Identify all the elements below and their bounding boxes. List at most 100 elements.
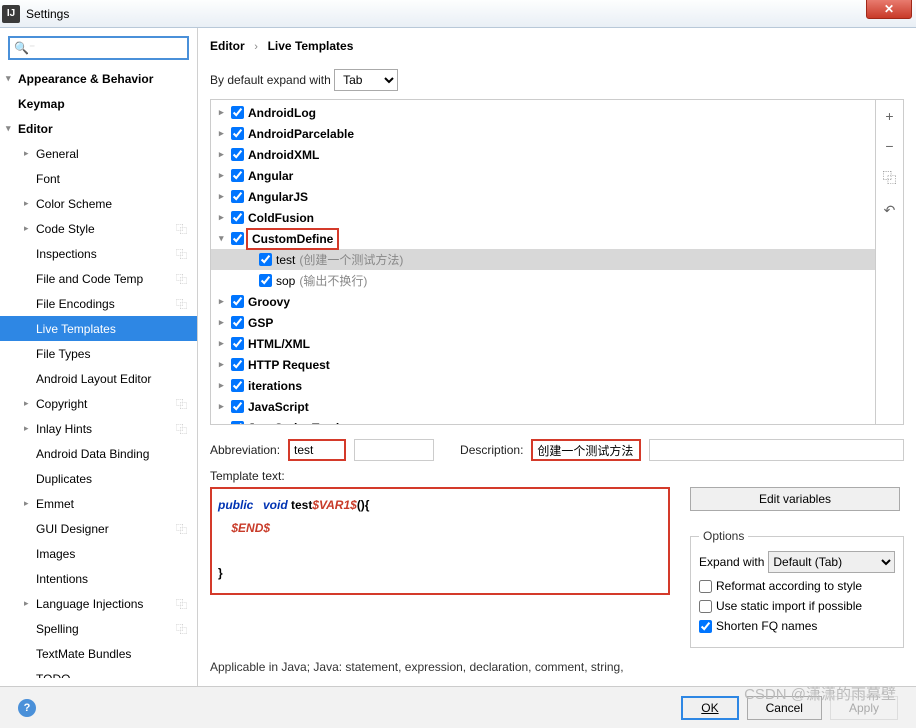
group-customdefine[interactable]: ▾CustomDefine bbox=[211, 228, 875, 249]
sidebar-item-todo[interactable]: TODO bbox=[0, 666, 197, 678]
close-button[interactable]: ✕ bbox=[866, 0, 912, 19]
sidebar-item-color-scheme[interactable]: ▸Color Scheme bbox=[0, 191, 197, 216]
sidebar-item-label: File Types bbox=[36, 347, 90, 361]
group-label: AndroidParcelable bbox=[248, 127, 354, 141]
sidebar-item-language-injections[interactable]: ▸Language Injections⿻ bbox=[0, 591, 197, 616]
sidebar-item-android-layout-editor[interactable]: Android Layout Editor bbox=[0, 366, 197, 391]
sidebar-item-android-data-binding[interactable]: Android Data Binding bbox=[0, 441, 197, 466]
sidebar-item-label: Editor bbox=[18, 122, 53, 136]
sidebar-item-images[interactable]: Images bbox=[0, 541, 197, 566]
group-http-request[interactable]: ▸HTTP Request bbox=[211, 354, 875, 375]
template-checkbox[interactable] bbox=[259, 253, 272, 266]
abbreviation-input[interactable] bbox=[288, 439, 346, 461]
form-row: Abbreviation: Description: bbox=[210, 439, 904, 461]
sidebar-item-label: Keymap bbox=[18, 97, 65, 111]
sidebar-item-font[interactable]: Font bbox=[0, 166, 197, 191]
sidebar-item-intentions[interactable]: Intentions bbox=[0, 566, 197, 591]
sidebar-item-general[interactable]: ▸General bbox=[0, 141, 197, 166]
sidebar-item-duplicates[interactable]: Duplicates bbox=[0, 466, 197, 491]
shorten-checkbox[interactable] bbox=[699, 620, 712, 633]
help-button[interactable]: ? bbox=[18, 699, 36, 717]
expand-select[interactable]: Tab bbox=[334, 69, 398, 91]
sidebar-item-label: File Encodings bbox=[36, 297, 115, 311]
sidebar-item-file-and-code-temp[interactable]: File and Code Temp⿻ bbox=[0, 266, 197, 291]
applicable-text: Applicable in Java; Java: statement, exp… bbox=[210, 660, 904, 674]
sidebar-item-spelling[interactable]: Spelling⿻ bbox=[0, 616, 197, 641]
group-html-xml[interactable]: ▸HTML/XML bbox=[211, 333, 875, 354]
sidebar-item-appearance-behavior[interactable]: ▾ Appearance & Behavior bbox=[0, 66, 197, 91]
default-expand-row: By default expand with Tab bbox=[210, 69, 904, 91]
breadcrumb-b: Live Templates bbox=[268, 39, 354, 53]
template-sop[interactable]: sop(输出不换行) bbox=[211, 270, 875, 291]
group-checkbox[interactable] bbox=[231, 211, 244, 224]
sidebar-item-copyright[interactable]: ▸Copyright⿻ bbox=[0, 391, 197, 416]
remove-icon[interactable]: − bbox=[885, 138, 893, 154]
description-input-ext[interactable] bbox=[649, 439, 904, 461]
group-checkbox[interactable] bbox=[231, 295, 244, 308]
group-gsp[interactable]: ▸GSP bbox=[211, 312, 875, 333]
sidebar-item-editor[interactable]: ▾ Editor bbox=[0, 116, 197, 141]
group-checkbox[interactable] bbox=[231, 169, 244, 182]
group-javascript[interactable]: ▸JavaScript bbox=[211, 396, 875, 417]
sidebar-item-live-templates[interactable]: Live Templates bbox=[0, 316, 197, 341]
sidebar-item-code-style[interactable]: ▸Code Style⿻ bbox=[0, 216, 197, 241]
group-androidparcelable[interactable]: ▸AndroidParcelable bbox=[211, 123, 875, 144]
undo-icon[interactable]: ↶ bbox=[884, 202, 896, 219]
opt-expand-select[interactable]: Default (Tab) bbox=[768, 551, 895, 573]
search-input[interactable]: 🔍⁻ bbox=[8, 36, 189, 60]
abbreviation-input-ext[interactable] bbox=[354, 439, 434, 461]
group-androidlog[interactable]: ▸AndroidLog bbox=[211, 102, 875, 123]
description-input[interactable] bbox=[531, 439, 641, 461]
sidebar-item-inlay-hints[interactable]: ▸Inlay Hints⿻ bbox=[0, 416, 197, 441]
chevron-icon: ▾ bbox=[6, 73, 11, 84]
group-label: HTML/XML bbox=[248, 337, 310, 351]
group-checkbox[interactable] bbox=[231, 421, 244, 424]
group-checkbox[interactable] bbox=[231, 232, 244, 245]
cancel-button[interactable]: Cancel bbox=[747, 696, 822, 720]
template-test[interactable]: test(创建一个测试方法) bbox=[211, 249, 875, 270]
group-label: AndroidLog bbox=[248, 106, 316, 120]
copy-icon[interactable]: ⿻ bbox=[883, 168, 897, 188]
template-editor[interactable]: public void test$VAR1$(){ $END$ } bbox=[210, 487, 670, 595]
sidebar-item-gui-designer[interactable]: GUI Designer⿻ bbox=[0, 516, 197, 541]
group-checkbox[interactable] bbox=[231, 148, 244, 161]
group-checkbox[interactable] bbox=[231, 106, 244, 119]
group-javascript-testing[interactable]: ▸JavaScript Testing bbox=[211, 417, 875, 424]
group-checkbox[interactable] bbox=[231, 358, 244, 371]
group-iterations[interactable]: ▸iterations bbox=[211, 375, 875, 396]
group-label: ColdFusion bbox=[248, 211, 314, 225]
sidebar-item-textmate-bundles[interactable]: TextMate Bundles bbox=[0, 641, 197, 666]
group-groovy[interactable]: ▸Groovy bbox=[211, 291, 875, 312]
sidebar-item-label: Appearance & Behavior bbox=[18, 72, 153, 86]
group-checkbox[interactable] bbox=[231, 127, 244, 140]
sidebar-item-file-types[interactable]: File Types bbox=[0, 341, 197, 366]
group-coldfusion[interactable]: ▸ColdFusion bbox=[211, 207, 875, 228]
group-androidxml[interactable]: ▸AndroidXML bbox=[211, 144, 875, 165]
chevron-icon: ▾ bbox=[6, 123, 11, 134]
chevron-icon: ▸ bbox=[219, 191, 224, 202]
sidebar-item-label: Inlay Hints bbox=[36, 422, 92, 436]
sidebar-item-file-encodings[interactable]: File Encodings ⿻ bbox=[0, 291, 197, 316]
add-icon[interactable]: + bbox=[885, 108, 893, 124]
static-import-checkbox[interactable] bbox=[699, 600, 712, 613]
group-checkbox[interactable] bbox=[231, 400, 244, 413]
chevron-icon: ▸ bbox=[24, 423, 29, 434]
group-checkbox[interactable] bbox=[231, 190, 244, 203]
scope-icon: ⿻ bbox=[176, 296, 187, 312]
edit-variables-button[interactable]: Edit variables bbox=[690, 487, 900, 511]
sidebar-item-emmet[interactable]: ▸Emmet bbox=[0, 491, 197, 516]
group-checkbox[interactable] bbox=[231, 316, 244, 329]
sidebar-item-label: Live Templates bbox=[36, 322, 116, 336]
scope-icon: ⿻ bbox=[176, 246, 187, 262]
group-angularjs[interactable]: ▸AngularJS bbox=[211, 186, 875, 207]
group-angular[interactable]: ▸Angular bbox=[211, 165, 875, 186]
sidebar-item-keymap[interactable]: Keymap bbox=[0, 91, 197, 116]
template-list[interactable]: ▸AndroidLog▸AndroidParcelable▸AndroidXML… bbox=[211, 100, 875, 424]
ok-button[interactable]: OK bbox=[681, 696, 738, 720]
opt-expand-label: Expand with bbox=[699, 555, 764, 569]
sidebar-item-inspections[interactable]: Inspections⿻ bbox=[0, 241, 197, 266]
group-checkbox[interactable] bbox=[231, 337, 244, 350]
reformat-checkbox[interactable] bbox=[699, 580, 712, 593]
group-checkbox[interactable] bbox=[231, 379, 244, 392]
template-checkbox[interactable] bbox=[259, 274, 272, 287]
